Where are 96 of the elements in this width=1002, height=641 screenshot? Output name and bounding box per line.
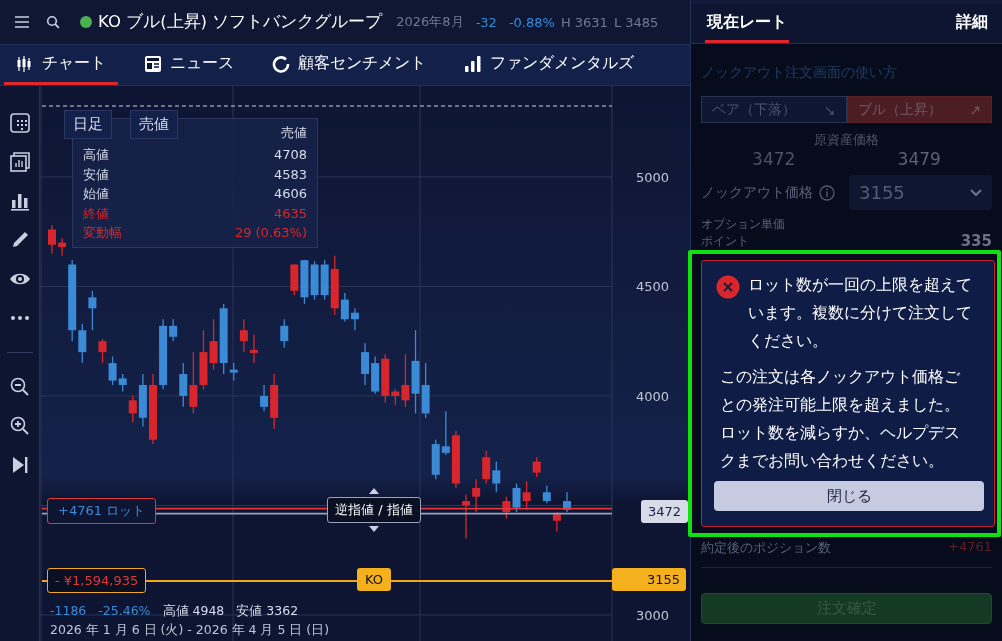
candle	[88, 290, 97, 331]
candle	[249, 333, 258, 364]
tooltip-label: 始値	[83, 185, 109, 203]
candle	[542, 485, 551, 504]
instrument-title: KO ブル(上昇) ソフトバンクグループ	[98, 11, 383, 33]
grid-icon[interactable]	[8, 112, 31, 134]
date-range: 2026 年 1 月 6 日 (火) - 2026 年 4 月 5 日 (日)	[50, 622, 330, 639]
axis-label: 3000	[636, 607, 670, 623]
order-handle[interactable]: 逆指値 / 指値	[327, 496, 421, 523]
knockout-price-label: ノックアウト価格	[701, 183, 813, 202]
candle	[492, 460, 501, 493]
tooltip-value: 29 (0.63%)	[234, 224, 307, 242]
tooltip-value: 4708	[273, 146, 307, 164]
knockout-price-tag: 3155	[612, 568, 686, 591]
candle	[361, 342, 370, 386]
candle	[472, 478, 481, 513]
high-price: H 3631	[560, 14, 608, 30]
close-button[interactable]: 閉じる	[714, 481, 984, 511]
points-label: ポイント	[701, 233, 749, 249]
tooltip-header: 売値	[281, 124, 307, 142]
chevron-down-icon	[970, 188, 982, 197]
candle	[239, 318, 248, 353]
points-value: 335	[960, 233, 992, 249]
candle	[563, 491, 571, 513]
candle	[482, 450, 491, 485]
tooltip-value: 4606	[273, 185, 307, 203]
error-icon	[716, 275, 740, 299]
candle	[290, 263, 299, 296]
tooltip-value: 4583	[273, 165, 307, 184]
position-count-value: +4761	[948, 539, 992, 556]
tab[interactable]: ファンダメンタルズ	[452, 45, 646, 85]
underlying-price-label: 原資産価格	[813, 131, 880, 149]
period-change: -1186	[50, 603, 87, 620]
search-icon[interactable]	[46, 15, 60, 29]
candle	[502, 496, 511, 520]
zoom-in-icon[interactable]	[8, 415, 31, 437]
candle	[350, 307, 359, 331]
candle	[58, 237, 67, 257]
candle	[199, 329, 208, 390]
newspaper-icon	[144, 54, 162, 73]
candle	[441, 410, 450, 456]
candle	[522, 480, 531, 511]
position-label[interactable]: +4761 ロット	[47, 497, 157, 524]
stacked-windows-icon[interactable]	[8, 151, 31, 173]
candle	[300, 259, 309, 305]
candle	[149, 373, 157, 445]
position-count-label: 約定後のポジション数	[701, 539, 831, 557]
ask-price: 3479	[897, 149, 941, 171]
down-triangle-icon	[368, 525, 379, 532]
tooltip-label: 変動幅	[83, 224, 122, 242]
interval-button[interactable]: 日足	[64, 110, 112, 139]
menu-icon[interactable]	[14, 15, 30, 29]
zoom-out-icon[interactable]	[8, 376, 31, 398]
period-high: 高値 4948	[162, 603, 225, 620]
option-price-label: オプション単価	[701, 216, 786, 233]
tab[interactable]: 顧客センチメント	[260, 45, 438, 85]
profit-loss-label: - ¥1,594,935	[47, 568, 147, 593]
tooltip-label: 安値	[83, 165, 109, 184]
panel-tab[interactable]: 詳細	[954, 4, 990, 43]
tooltip-label: 終値	[83, 204, 109, 223]
candlestick-icon	[16, 54, 34, 73]
contract-month: 2026年8月	[396, 13, 464, 31]
period-low: 安値 3362	[236, 603, 299, 620]
candle	[209, 318, 218, 371]
price-type-button[interactable]: 売値	[130, 110, 178, 139]
error-detail: この注文は各ノックアウト価格ごとの発注可能上限を超えました。ロット数を減らすか、ヘルプデスクまでお問い合わせください。	[720, 367, 961, 472]
candle	[552, 511, 561, 533]
candle	[462, 493, 470, 539]
candle	[431, 439, 440, 480]
period-change-percent: -25.46%	[98, 603, 151, 620]
candle	[371, 355, 380, 395]
bar-chart-icon	[464, 54, 482, 73]
price-change: -32	[475, 14, 497, 30]
candle	[98, 338, 107, 364]
up-triangle-icon	[368, 487, 379, 494]
tooltip-value: 4635	[273, 204, 307, 223]
candle	[280, 318, 289, 349]
axis-label: 4500	[636, 279, 670, 295]
axis-label: 5000	[636, 169, 670, 185]
low-price: L 3485	[613, 14, 659, 30]
tooltip-label: 高値	[83, 146, 109, 164]
info-icon	[819, 184, 835, 201]
current-price-tag: 3472	[641, 499, 689, 523]
bid-price: 3472	[752, 149, 796, 171]
candle	[189, 351, 198, 415]
error-message: ロット数が一回の上限を超えています。複数に分けて注文してください。	[748, 275, 973, 352]
candle	[451, 430, 460, 489]
candle	[179, 362, 188, 408]
candle	[48, 224, 56, 255]
candle	[532, 456, 541, 478]
candle	[512, 482, 521, 513]
candle	[310, 260, 319, 301]
knockout-badge: KO	[357, 568, 392, 591]
price-change-percent: -0.88%	[508, 14, 555, 30]
axis-label: 4000	[636, 388, 670, 404]
tab[interactable]: ニュース	[132, 45, 246, 85]
